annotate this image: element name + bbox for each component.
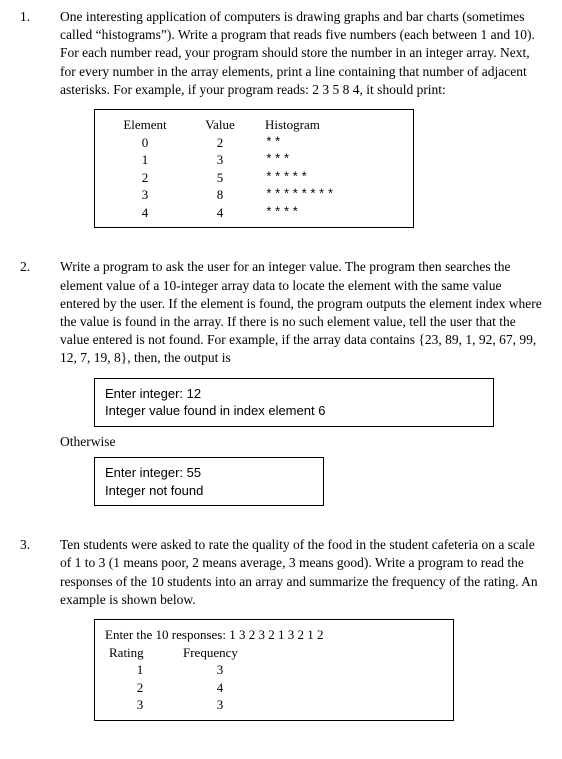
cell-element: 1 [105,151,185,169]
problem-3: 3. Ten students were asked to rate the q… [20,536,542,727]
histogram-row: 2 5 ***** [105,169,403,187]
cell-rating: 1 [105,661,175,679]
io-line: Enter integer: 55 [105,464,313,482]
cell-value: 3 [185,151,255,169]
problem-text: Write a program to ask the user for an i… [60,258,542,367]
cell-bar: *** [255,151,403,169]
histogram-output-box: Element Value Histogram 0 2 ** 1 3 *** 2… [94,109,414,228]
problem-body: One interesting application of computers… [60,8,542,234]
cell-frequency: 3 [175,661,265,679]
io-line: Integer value found in index element 6 [105,402,483,420]
cell-element: 0 [105,134,185,152]
problem-body: Write a program to ask the user for an i… [60,258,542,512]
histogram-row: 3 8 ******** [105,186,403,204]
otherwise-label: Otherwise [60,433,542,451]
cell-bar: ******** [255,186,403,204]
problem-number: 2. [20,258,60,276]
sample-output-box-found: Enter integer: 12 Integer value found in… [94,378,494,427]
cell-bar: **** [255,204,403,222]
cell-value: 8 [185,186,255,204]
cell-element: 4 [105,204,185,222]
rating-row: 1 3 [105,661,443,679]
cell-frequency: 4 [175,679,265,697]
rating-row: 3 3 [105,696,443,714]
cell-bar: ***** [255,169,403,187]
header-element: Element [105,116,185,134]
cell-value: 5 [185,169,255,187]
cell-rating: 3 [105,696,175,714]
io-line: Integer not found [105,482,313,500]
cell-bar: ** [255,134,403,152]
io-line: Enter integer: 12 [105,385,483,403]
cell-value: 4 [185,204,255,222]
rating-output-box: Enter the 10 responses: 1 3 2 3 2 1 3 2 … [94,619,454,721]
problem-2: 2. Write a program to ask the user for a… [20,258,542,512]
problem-text: One interesting application of computers… [60,8,542,99]
header-histogram: Histogram [255,116,403,134]
problem-1: 1. One interesting application of comput… [20,8,542,234]
histogram-row: 0 2 ** [105,134,403,152]
rating-row: 2 4 [105,679,443,697]
sample-output-box-notfound: Enter integer: 55 Integer not found [94,457,324,506]
problem-text: Ten students were asked to rate the qual… [60,536,542,609]
rating-header-row: Rating Frequency [105,644,443,662]
problem-number: 3. [20,536,60,554]
histogram-row: 4 4 **** [105,204,403,222]
cell-value: 2 [185,134,255,152]
cell-element: 2 [105,169,185,187]
header-frequency: Frequency [179,644,273,662]
histogram-row: 1 3 *** [105,151,403,169]
problem-body: Ten students were asked to rate the qual… [60,536,542,727]
cell-element: 3 [105,186,185,204]
cell-frequency: 3 [175,696,265,714]
histogram-header-row: Element Value Histogram [105,116,403,134]
rating-input-line: Enter the 10 responses: 1 3 2 3 2 1 3 2 … [105,626,443,644]
cell-rating: 2 [105,679,175,697]
problem-number: 1. [20,8,60,26]
header-value: Value [185,116,255,134]
header-rating: Rating [105,644,179,662]
